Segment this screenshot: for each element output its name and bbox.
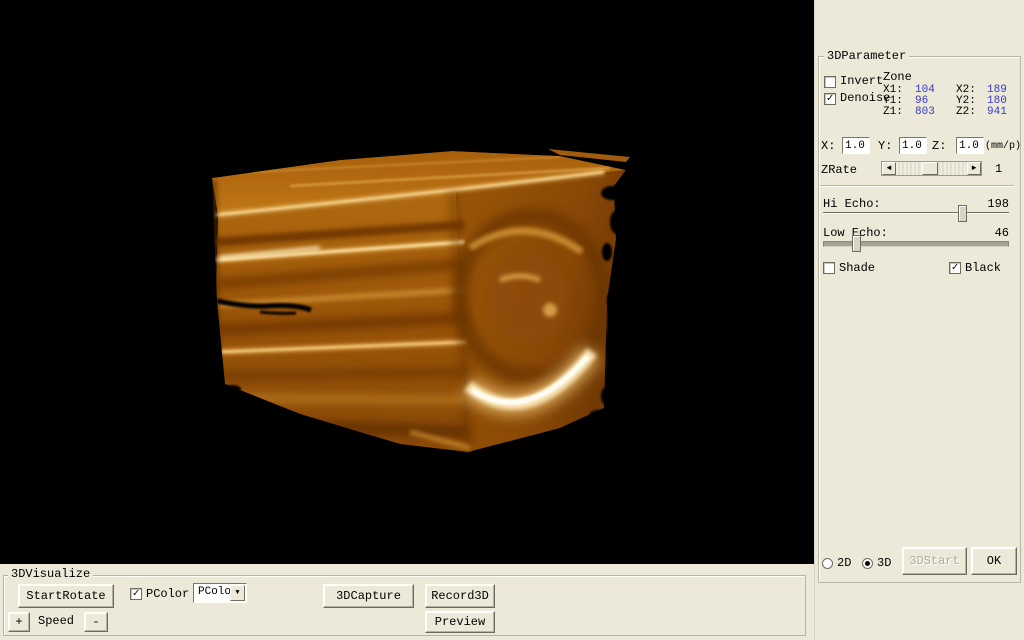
visualize-panel: 3DVisualize StartRotate ✓ PColor PColor …	[0, 564, 814, 640]
mode-2d-radio-label: 2D	[837, 557, 851, 570]
zone-z2-label: Z2:	[956, 106, 976, 119]
3dvisualize-group-title: 3DVisualize	[8, 568, 93, 581]
pcolor-checkbox-label: PColor	[146, 588, 189, 601]
y-scale-input[interactable]	[899, 137, 927, 154]
black-checkbox-label: Black	[965, 262, 1001, 275]
x-scale-input[interactable]	[842, 137, 870, 154]
3dparameter-group-title: 3DParameter	[824, 50, 909, 63]
zrate-scrollbar[interactable]: ◄ ►	[881, 161, 982, 176]
ok-button[interactable]: OK	[971, 547, 1017, 575]
zrate-scroll-right-button[interactable]: ►	[967, 162, 981, 175]
scale-unit-label: (mm/p)	[985, 140, 1021, 153]
black-checkbox[interactable]: ✓	[949, 262, 961, 274]
zrate-label: ZRate	[821, 164, 857, 177]
hi-echo-slider-thumb[interactable]	[958, 205, 967, 222]
pcolor-dropdown[interactable]: PColor ▼	[193, 583, 247, 603]
radio-dot-icon	[865, 561, 870, 566]
denoise-checkbox[interactable]: ✓	[824, 93, 836, 105]
zrate-scrollbar-track[interactable]	[896, 162, 967, 175]
speed-plus-button[interactable]: +	[8, 612, 30, 632]
volume-render-image	[0, 0, 814, 564]
low-echo-slider-track[interactable]	[823, 241, 1009, 247]
hi-echo-slider[interactable]	[823, 205, 1009, 223]
y-scale-label: Y:	[878, 140, 892, 153]
3dstart-button[interactable]: 3DStart	[902, 547, 967, 575]
zrate-scroll-left-button[interactable]: ◄	[882, 162, 896, 175]
invert-checkbox-label: Invert	[840, 75, 883, 88]
start-rotate-button[interactable]: StartRotate	[18, 584, 114, 608]
low-echo-slider[interactable]	[823, 235, 1009, 253]
zone-z1-label: Z1:	[883, 106, 903, 119]
record3d-button[interactable]: Record3D	[425, 584, 495, 608]
pcolor-checkbox[interactable]: ✓	[130, 588, 142, 600]
preview-button[interactable]: Preview	[425, 611, 495, 633]
shade-checkbox-label: Shade	[839, 262, 875, 275]
x-scale-label: X:	[821, 140, 835, 153]
scroll-right-icon: ►	[972, 164, 977, 173]
parameter-panel: 3DParameter Invert ✓ Denoise Zone X1: 10…	[814, 0, 1024, 640]
z-scale-label: Z:	[932, 140, 946, 153]
mode-3d-radio-label: 3D	[877, 557, 891, 570]
3dparameter-group	[818, 56, 1021, 583]
pcolor-dropdown-button[interactable]: ▼	[230, 585, 245, 601]
zrate-scrollbar-thumb[interactable]	[922, 162, 938, 175]
zone-title: Zone	[883, 71, 912, 84]
3dcapture-button[interactable]: 3DCapture	[323, 584, 414, 608]
zone-z2-value: 941	[987, 106, 1007, 119]
z-scale-input[interactable]	[956, 137, 984, 154]
mode-2d-radio[interactable]	[822, 558, 833, 569]
chevron-down-icon: ▼	[235, 589, 239, 597]
zone-z1-value: 803	[915, 106, 935, 119]
3d-viewport[interactable]	[0, 0, 814, 564]
speed-minus-button[interactable]: -	[84, 612, 108, 632]
zrate-value: 1	[995, 163, 1002, 176]
hi-echo-slider-track[interactable]	[823, 212, 1009, 214]
invert-checkbox[interactable]	[824, 76, 836, 88]
speed-label: Speed	[38, 615, 74, 628]
separator	[820, 185, 1014, 187]
low-echo-slider-thumb[interactable]	[852, 235, 861, 252]
mode-3d-radio[interactable]	[862, 558, 873, 569]
scroll-left-icon: ◄	[887, 164, 892, 173]
shade-checkbox[interactable]	[823, 262, 835, 274]
